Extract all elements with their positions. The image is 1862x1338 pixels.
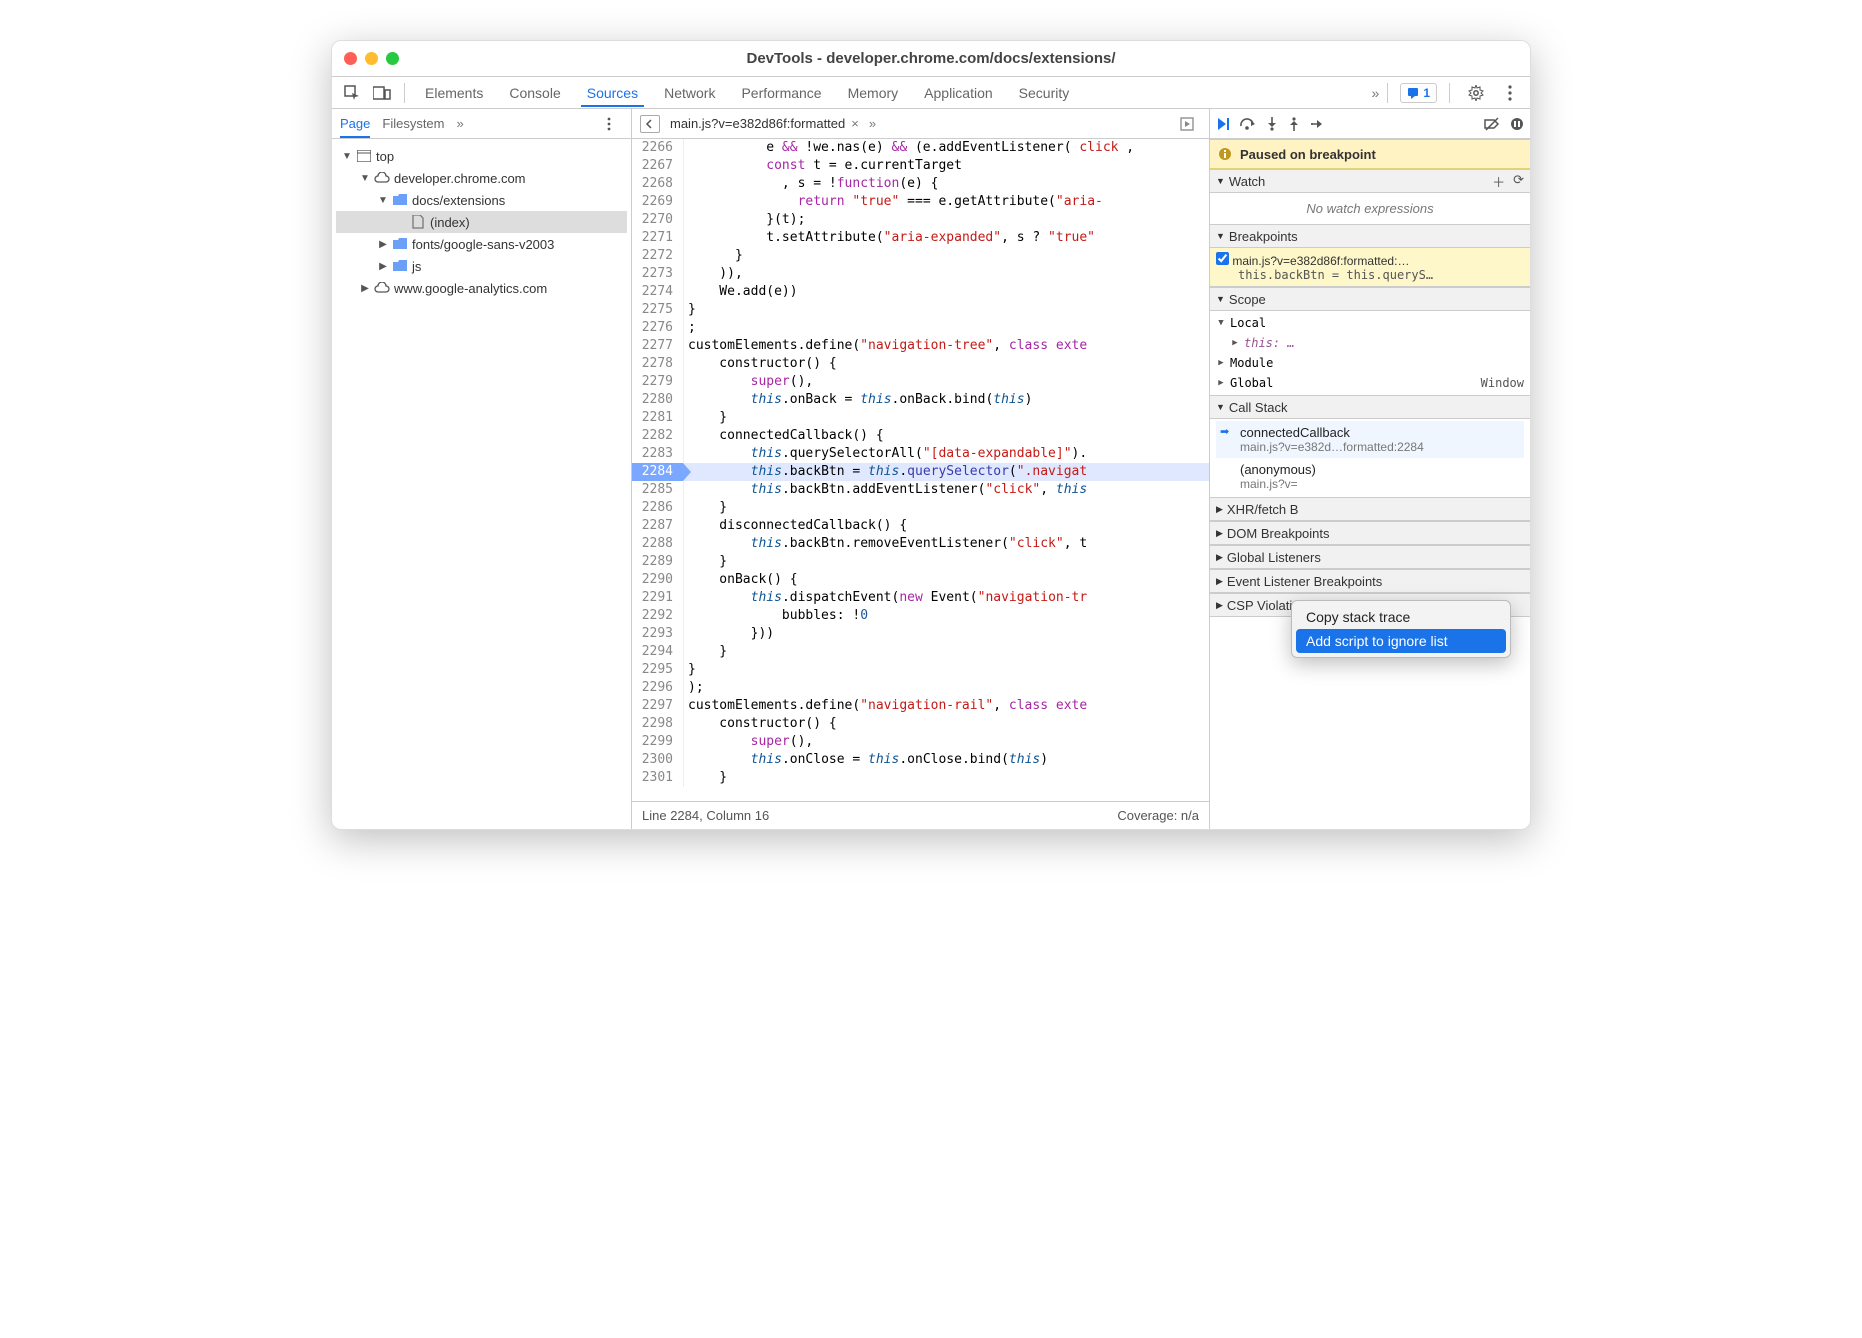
issues-badge[interactable]: 1 bbox=[1400, 83, 1437, 103]
breakpoint-label: main.js?v=e382d86f:formatted:… bbox=[1232, 254, 1409, 268]
tab-security[interactable]: Security bbox=[1013, 79, 1076, 107]
step-into-icon[interactable] bbox=[1266, 117, 1278, 131]
tab-memory[interactable]: Memory bbox=[842, 79, 905, 107]
editor-statusbar: Line 2284, Column 16 Coverage: n/a bbox=[632, 801, 1209, 829]
devtools-window: DevTools - developer.chrome.com/docs/ext… bbox=[331, 40, 1531, 830]
callstack-header[interactable]: ▼Call Stack bbox=[1210, 395, 1530, 419]
kebab-menu-icon[interactable] bbox=[1496, 79, 1524, 107]
navigator-panel: Page Filesystem » ▼top▼developer.chrome.… bbox=[332, 109, 632, 829]
section-global-listeners[interactable]: ▶Global Listeners bbox=[1210, 545, 1530, 569]
window-title: DevTools - developer.chrome.com/docs/ext… bbox=[332, 50, 1530, 67]
breakpoint-item[interactable]: main.js?v=e382d86f:formatted:… this.back… bbox=[1210, 248, 1530, 287]
more-tabs-icon[interactable]: » bbox=[1372, 85, 1380, 101]
callstack-body: connectedCallbackmain.js?v=e382d…formatt… bbox=[1210, 419, 1530, 497]
navigator-kebab-icon[interactable] bbox=[595, 110, 623, 138]
tab-elements[interactable]: Elements bbox=[419, 79, 489, 107]
watch-header[interactable]: ▼Watch ＋ ⟳ bbox=[1210, 169, 1530, 193]
section-dom-breakpoints[interactable]: ▶DOM Breakpoints bbox=[1210, 521, 1530, 545]
refresh-watch-icon[interactable]: ⟳ bbox=[1513, 172, 1524, 191]
scope-row[interactable]: ▶GlobalWindow bbox=[1216, 373, 1524, 393]
navigator-tabs: Page Filesystem » bbox=[332, 109, 631, 139]
code-editor[interactable]: 2266 e && !we.nas(e) && (e.addEventListe… bbox=[632, 139, 1209, 801]
main-area: Page Filesystem » ▼top▼developer.chrome.… bbox=[332, 109, 1530, 829]
breakpoints-header[interactable]: ▼Breakpoints bbox=[1210, 224, 1530, 248]
debugger-panel: Paused on breakpoint ▼Watch ＋ ⟳ No watch… bbox=[1210, 109, 1530, 829]
context-item[interactable]: Copy stack trace bbox=[1296, 605, 1506, 629]
tab-performance[interactable]: Performance bbox=[735, 79, 827, 107]
tree-item[interactable]: ▼top bbox=[336, 145, 627, 167]
more-navigator-tabs-icon[interactable]: » bbox=[457, 116, 464, 131]
paused-banner: Paused on breakpoint bbox=[1210, 139, 1530, 169]
tab-console[interactable]: Console bbox=[503, 79, 566, 107]
titlebar: DevTools - developer.chrome.com/docs/ext… bbox=[332, 41, 1530, 77]
nav-back-icon[interactable] bbox=[640, 115, 660, 133]
tab-network[interactable]: Network bbox=[658, 79, 721, 107]
tree-item[interactable]: ▶fonts/google-sans-v2003 bbox=[336, 233, 627, 255]
step-icon[interactable] bbox=[1310, 117, 1324, 131]
breakpoint-code: this.backBtn = this.queryS… bbox=[1216, 268, 1524, 282]
settings-gear-icon[interactable] bbox=[1462, 79, 1490, 107]
tab-application[interactable]: Application bbox=[918, 79, 999, 107]
scope-header[interactable]: ▼Scope bbox=[1210, 287, 1530, 311]
debugger-toolbar bbox=[1210, 109, 1530, 139]
tree-item[interactable]: (index) bbox=[336, 211, 627, 233]
tab-filesystem[interactable]: Filesystem bbox=[382, 109, 444, 138]
tree-item[interactable]: ▶js bbox=[336, 255, 627, 277]
close-tab-icon[interactable]: × bbox=[851, 116, 859, 131]
file-tree: ▼top▼developer.chrome.com▼docs/extension… bbox=[332, 139, 631, 305]
resume-icon[interactable] bbox=[1216, 117, 1230, 131]
tab-sources[interactable]: Sources bbox=[581, 79, 644, 107]
cursor-position: Line 2284, Column 16 bbox=[642, 808, 769, 823]
call-frame[interactable]: connectedCallbackmain.js?v=e382d…formatt… bbox=[1216, 421, 1524, 458]
tree-item[interactable]: ▶www.google-analytics.com bbox=[336, 277, 627, 299]
scope-row[interactable]: ▼Local bbox=[1216, 313, 1524, 333]
step-over-icon[interactable] bbox=[1240, 117, 1256, 131]
info-icon bbox=[1218, 147, 1232, 161]
editor-tab-label: main.js?v=e382d86f:formatted bbox=[670, 116, 845, 131]
watch-empty: No watch expressions bbox=[1210, 193, 1530, 224]
run-snippet-icon[interactable] bbox=[1173, 110, 1201, 138]
paused-message: Paused on breakpoint bbox=[1240, 147, 1376, 162]
scope-row[interactable]: ▶this: … bbox=[1216, 333, 1524, 353]
section-event-listener-breakpoints[interactable]: ▶Event Listener Breakpoints bbox=[1210, 569, 1530, 593]
editor-tabs: main.js?v=e382d86f:formatted × » bbox=[632, 109, 1209, 139]
tab-page[interactable]: Page bbox=[340, 109, 370, 138]
pause-exceptions-icon[interactable] bbox=[1510, 117, 1524, 131]
context-item[interactable]: Add script to ignore list bbox=[1296, 629, 1506, 653]
tree-item[interactable]: ▼docs/extensions bbox=[336, 189, 627, 211]
editor-panel: main.js?v=e382d86f:formatted × » 2266 e … bbox=[632, 109, 1210, 829]
step-out-icon[interactable] bbox=[1288, 117, 1300, 131]
more-editor-tabs-icon[interactable]: » bbox=[869, 116, 876, 131]
tree-item[interactable]: ▼developer.chrome.com bbox=[336, 167, 627, 189]
call-frame[interactable]: (anonymous)main.js?v= bbox=[1216, 458, 1524, 495]
scope-body: ▼Local▶this: …▶Module▶GlobalWindow bbox=[1210, 311, 1530, 395]
context-menu: Copy stack traceAdd script to ignore lis… bbox=[1291, 600, 1511, 658]
inspect-element-icon[interactable] bbox=[338, 79, 366, 107]
deactivate-breakpoints-icon[interactable] bbox=[1484, 117, 1500, 131]
issues-count: 1 bbox=[1423, 86, 1430, 100]
editor-tab[interactable]: main.js?v=e382d86f:formatted × bbox=[670, 116, 859, 131]
add-watch-icon[interactable]: ＋ bbox=[1492, 172, 1505, 191]
device-toolbar-icon[interactable] bbox=[368, 79, 396, 107]
scope-row[interactable]: ▶Module bbox=[1216, 353, 1524, 373]
coverage-status: Coverage: n/a bbox=[1117, 808, 1199, 823]
section-xhr-fetch-b[interactable]: ▶XHR/fetch B bbox=[1210, 497, 1530, 521]
breakpoint-checkbox[interactable] bbox=[1216, 252, 1229, 265]
main-toolbar: Elements Console Sources Network Performance… bbox=[332, 77, 1530, 109]
